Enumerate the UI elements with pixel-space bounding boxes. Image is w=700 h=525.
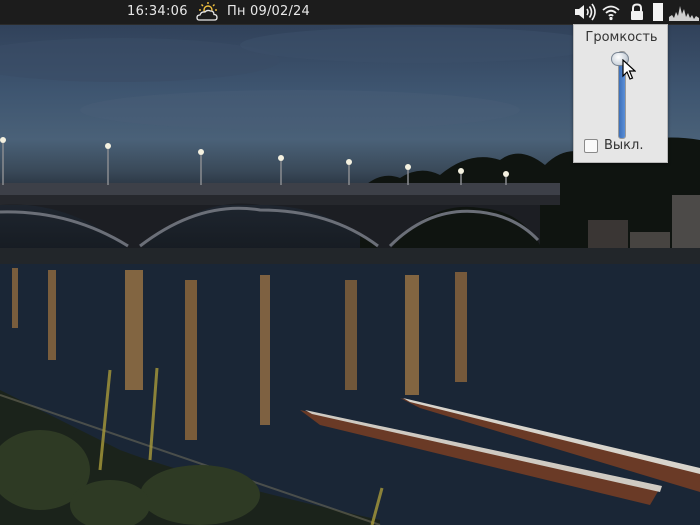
date[interactable]: Пн 09/02/24 <box>227 4 310 19</box>
clock[interactable]: 16:34:06 <box>127 4 188 19</box>
volume-icon[interactable] <box>573 3 597 21</box>
mute-label: Выкл. <box>604 138 644 153</box>
mute-checkbox[interactable] <box>584 139 598 153</box>
lock-icon[interactable] <box>629 3 645 21</box>
partly-cloudy-icon[interactable] <box>195 1 221 23</box>
volume-popup: Громкость Выкл. <box>573 24 668 163</box>
system-monitor-icon[interactable] <box>669 3 699 21</box>
mouse-pointer-icon <box>622 59 636 80</box>
battery-icon[interactable] <box>652 3 664 21</box>
wifi-icon[interactable] <box>602 3 620 21</box>
volume-popup-title: Громкость <box>585 30 658 45</box>
top-panel: 16:34:06 Пн 09/02/24 <box>0 0 700 25</box>
